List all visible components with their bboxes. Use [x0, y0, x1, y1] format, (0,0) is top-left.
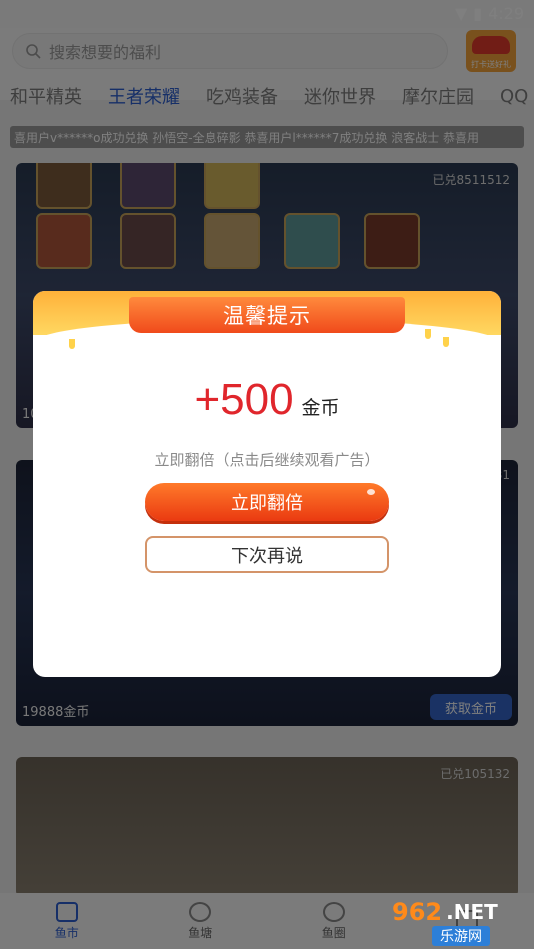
shine-decoration — [367, 489, 375, 495]
watermark-net: .NET — [446, 900, 498, 924]
reward-amount: +500 — [194, 375, 294, 424]
double-reward-button[interactable]: 立即翻倍 — [145, 483, 389, 521]
reward-unit: 金币 — [301, 397, 340, 419]
dialog-title: 温馨提示 — [223, 304, 311, 328]
watermark-sub: 乐游网 — [432, 926, 490, 946]
reward-dialog: 温馨提示 +500 金币 立即翻倍（点击后继续观看广告） 立即翻倍 下次再说 — [33, 291, 501, 677]
watermark-number: 962 — [392, 898, 443, 926]
dialog-title-bar: 温馨提示 — [129, 297, 405, 333]
reward-display: +500 金币 — [33, 375, 501, 425]
drip-decoration — [425, 329, 431, 339]
dialog-subtext: 立即翻倍（点击后继续观看广告） — [154, 451, 380, 469]
site-watermark: 962 .NET 乐游网 — [392, 898, 528, 946]
double-reward-label: 立即翻倍 — [231, 493, 303, 514]
drip-decoration — [443, 337, 449, 347]
later-button[interactable]: 下次再说 — [145, 536, 389, 573]
later-label: 下次再说 — [231, 545, 303, 567]
drip-decoration — [69, 339, 75, 349]
